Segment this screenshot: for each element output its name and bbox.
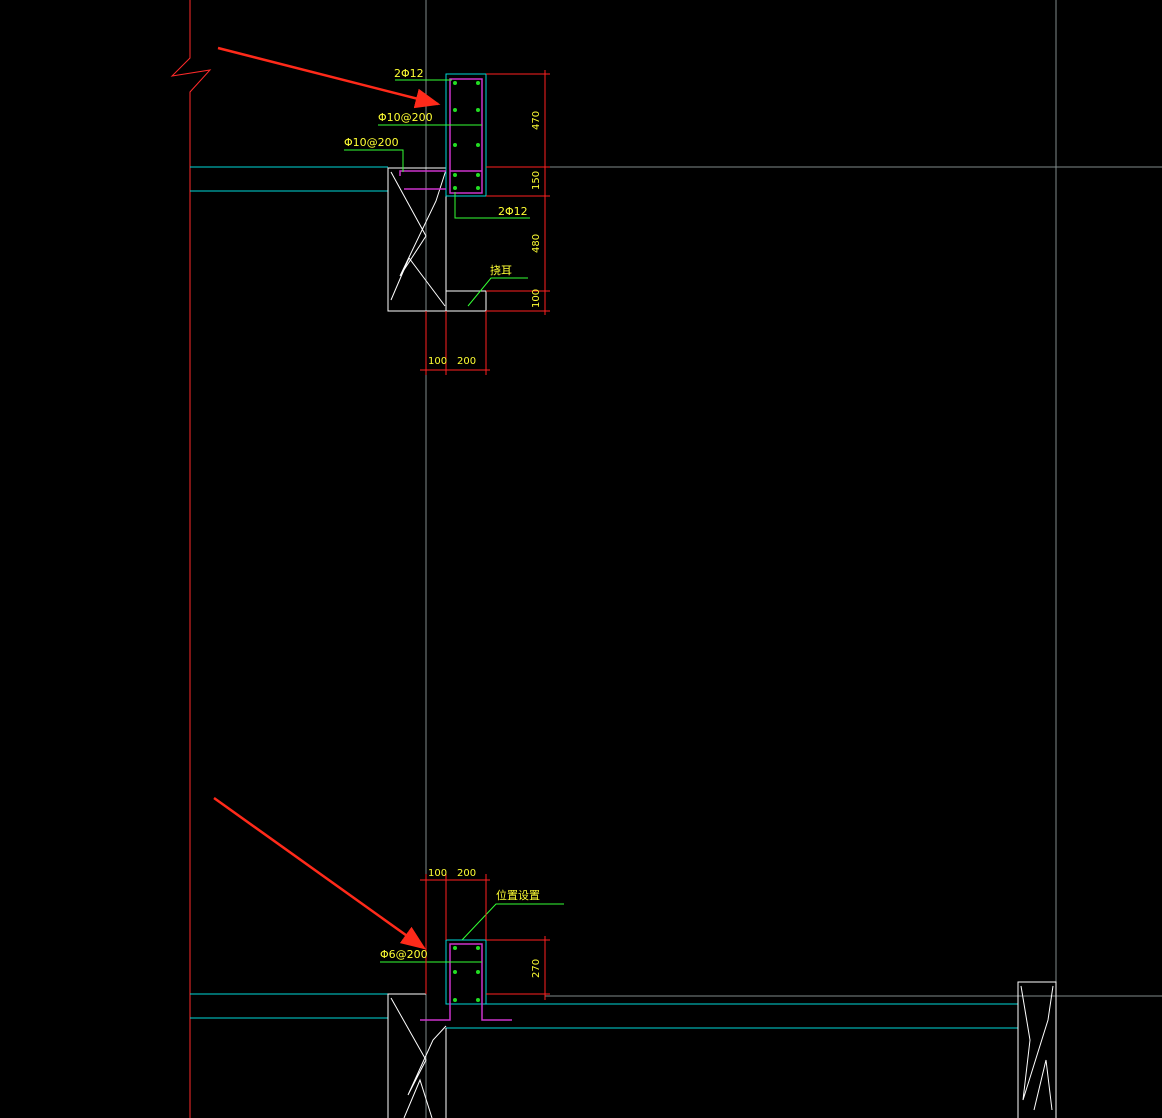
upper-stirrups: [399, 78, 483, 194]
lower-beam-cross-2: [403, 1078, 433, 1118]
upper-slab: [190, 166, 388, 192]
rebar-dot: [453, 81, 457, 85]
rebar-dot: [453, 108, 457, 112]
upper-top-bars-label: 2Φ12: [394, 67, 424, 80]
upper-parapet: [445, 73, 487, 197]
lower-stirrups: [420, 943, 512, 1021]
lower-slab: [190, 993, 1018, 1029]
right-column-cross: [1020, 985, 1054, 1101]
upper-beam-ledge: [446, 290, 487, 312]
lower-note-label: 位置设置: [496, 888, 540, 902]
upper-dim-w1: 100: [428, 356, 447, 367]
rebar-dot: [476, 108, 480, 112]
upper-note-label: 挠耳: [490, 263, 512, 277]
upper-dim-h1: 470: [531, 111, 542, 130]
lower-dim-w2: 200: [457, 868, 476, 879]
rebar-dot: [453, 186, 457, 190]
upper-dim-h2: 150: [531, 171, 542, 190]
rebar-dot: [476, 970, 480, 974]
lower-annotation-arrow: [213, 796, 427, 950]
rebar-dot: [476, 143, 480, 147]
upper-slab-bar-label: Φ10@200: [344, 136, 399, 149]
lower-stirrup: [420, 943, 512, 1021]
rebar-dot: [453, 998, 457, 1002]
upper-rebar-dots: [453, 81, 480, 190]
rebar-dot: [476, 998, 480, 1002]
upper-bottom-bars-label: 2Φ12: [498, 205, 528, 218]
lower-beam-outline: [387, 981, 1057, 1118]
rebar-dot: [476, 946, 480, 950]
rebar-dot: [476, 173, 480, 177]
rebar-dot: [453, 143, 457, 147]
wall-line: [170, 0, 212, 1118]
upper-dim-h3: 480: [531, 234, 542, 253]
rebar-dot: [453, 173, 457, 177]
upper-dim-w2: 200: [457, 356, 476, 367]
rebar-dot: [453, 946, 457, 950]
upper-beam-cross-1: [390, 169, 447, 277]
right-column-cross-2: [1033, 1059, 1053, 1111]
rebar-dot: [453, 970, 457, 974]
upper-slab-bar: [399, 170, 446, 176]
lower-dim-h1: 270: [531, 959, 542, 978]
wall-break-line: [170, 0, 212, 1118]
leader-slab-bar: [344, 149, 404, 172]
lower-beam-cross: [390, 997, 447, 1096]
lower-stirrup-label: Φ6@200: [380, 948, 428, 961]
cad-drawing-canvas[interactable]: 2Φ12 Φ10@200 Φ10@200 2Φ12 挠耳 470 150 480…: [0, 0, 1162, 1118]
grid-lines: [425, 0, 1162, 1118]
leader-note: [467, 277, 528, 307]
leader-note-lower: [461, 903, 564, 941]
upper-beam-cross-2: [390, 257, 446, 307]
lower-beam-left: [387, 993, 426, 1118]
rebar-dot: [476, 81, 480, 85]
upper-parapet-outline: [445, 73, 487, 197]
upper-dim-h4: 100: [531, 289, 542, 308]
lower-dim-w1: 100: [428, 868, 447, 879]
lower-rebar-dots: [453, 946, 480, 1002]
upper-stirrup-label: Φ10@200: [378, 111, 433, 124]
rebar-dot: [476, 186, 480, 190]
